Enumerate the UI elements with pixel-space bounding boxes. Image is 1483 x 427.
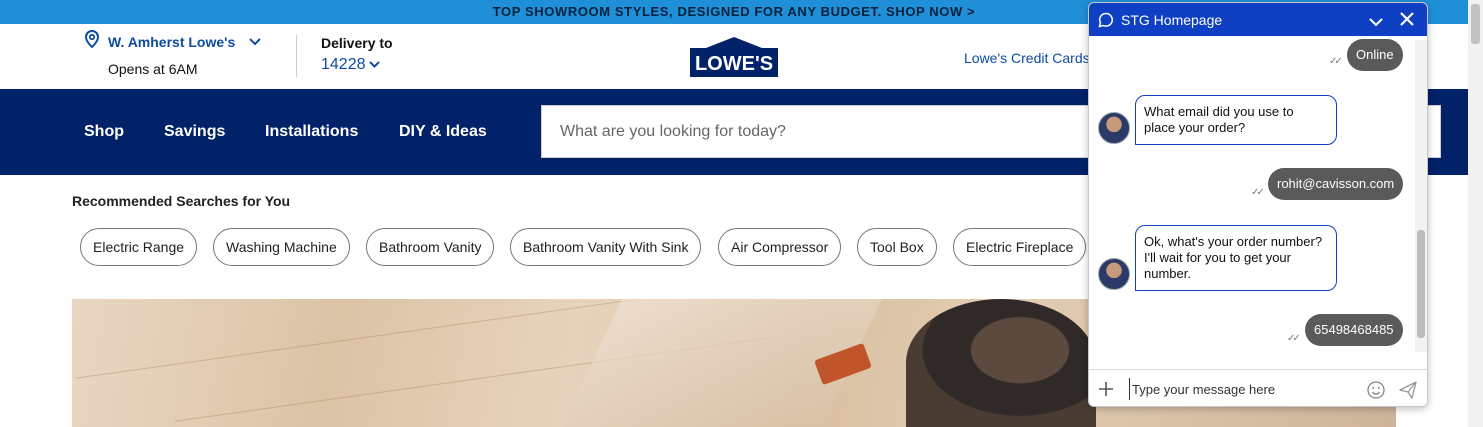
lowes-logo[interactable]: LOWE'S: [690, 37, 778, 77]
plus-icon[interactable]: [1098, 381, 1114, 402]
nav-diy-ideas[interactable]: DIY & Ideas: [399, 123, 487, 141]
store-selector[interactable]: W. Amherst Lowe's Opens at 6AM: [84, 29, 261, 77]
page: TOP SHOWROOM STYLES, DESIGNED FOR ANY BU…: [0, 0, 1483, 427]
chat-bubble-icon: [1098, 12, 1114, 33]
chevron-down-icon[interactable]: [249, 33, 261, 51]
location-pin-icon: [84, 29, 100, 53]
nav-installations[interactable]: Installations: [265, 123, 358, 141]
nav-shop[interactable]: Shop: [84, 123, 124, 141]
chip-air-compressor[interactable]: Air Compressor: [718, 228, 842, 266]
delivery-selector[interactable]: Delivery to 14228: [321, 35, 393, 74]
chat-header: STG Homepage: [1089, 3, 1427, 36]
chevron-down-icon[interactable]: [368, 56, 380, 74]
agent-avatar: [1098, 112, 1130, 144]
chat-messages[interactable]: ✓✓ Online What email did you use to plac…: [1089, 36, 1427, 354]
read-receipt-icon: ✓✓: [1251, 187, 1265, 198]
agent-avatar: [1098, 258, 1130, 290]
header-divider: [296, 35, 297, 77]
send-icon[interactable]: [1398, 380, 1418, 405]
chip-washing-machine[interactable]: Washing Machine: [213, 228, 350, 266]
chat-input-bar: [1089, 369, 1427, 406]
page-scrollbar-thumb[interactable]: [1471, 4, 1480, 44]
chip-electric-fireplace[interactable]: Electric Fireplace: [953, 228, 1087, 266]
agent-message: Ok, what's your order number? I'll wait …: [1135, 225, 1337, 291]
emoji-icon[interactable]: [1367, 381, 1385, 404]
chip-electric-range[interactable]: Electric Range: [80, 228, 198, 266]
search-input[interactable]: [560, 106, 1160, 157]
minimize-icon[interactable]: [1369, 14, 1383, 32]
nav-savings[interactable]: Savings: [164, 123, 225, 141]
chat-title: STG Homepage: [1121, 12, 1223, 28]
user-message: rohit@cavisson.com: [1268, 168, 1404, 200]
chip-bathroom-vanity[interactable]: Bathroom Vanity: [366, 228, 495, 266]
chat-scrollbar-thumb[interactable]: [1417, 230, 1425, 338]
user-message: 65498468485: [1305, 314, 1403, 346]
credit-cards-link[interactable]: Lowe's Credit Cards: [964, 50, 1090, 66]
delivery-zip[interactable]: 14228: [321, 56, 366, 74]
store-hours: Opens at 6AM: [108, 61, 198, 77]
page-scrollbar[interactable]: [1468, 0, 1483, 427]
chip-tool-box[interactable]: Tool Box: [857, 228, 937, 266]
chat-scrollbar[interactable]: [1415, 40, 1427, 352]
read-receipt-icon: ✓✓: [1287, 333, 1301, 344]
user-message: Online: [1347, 39, 1403, 71]
person-shape: [906, 299, 1096, 427]
chat-message-input[interactable]: [1129, 378, 1357, 400]
logo-text: LOWE'S: [695, 53, 773, 75]
agent-message: What email did you use to place your ord…: [1135, 95, 1337, 145]
chip-bathroom-vanity-sink[interactable]: Bathroom Vanity With Sink: [510, 228, 702, 266]
close-icon[interactable]: [1400, 12, 1414, 31]
recommended-title: Recommended Searches for You: [72, 193, 291, 209]
chat-widget: STG Homepage ✓✓ Online What email did yo…: [1088, 2, 1428, 407]
delivery-label: Delivery to: [321, 35, 393, 51]
read-receipt-icon: ✓✓: [1329, 56, 1343, 67]
store-name[interactable]: W. Amherst Lowe's: [108, 34, 235, 50]
